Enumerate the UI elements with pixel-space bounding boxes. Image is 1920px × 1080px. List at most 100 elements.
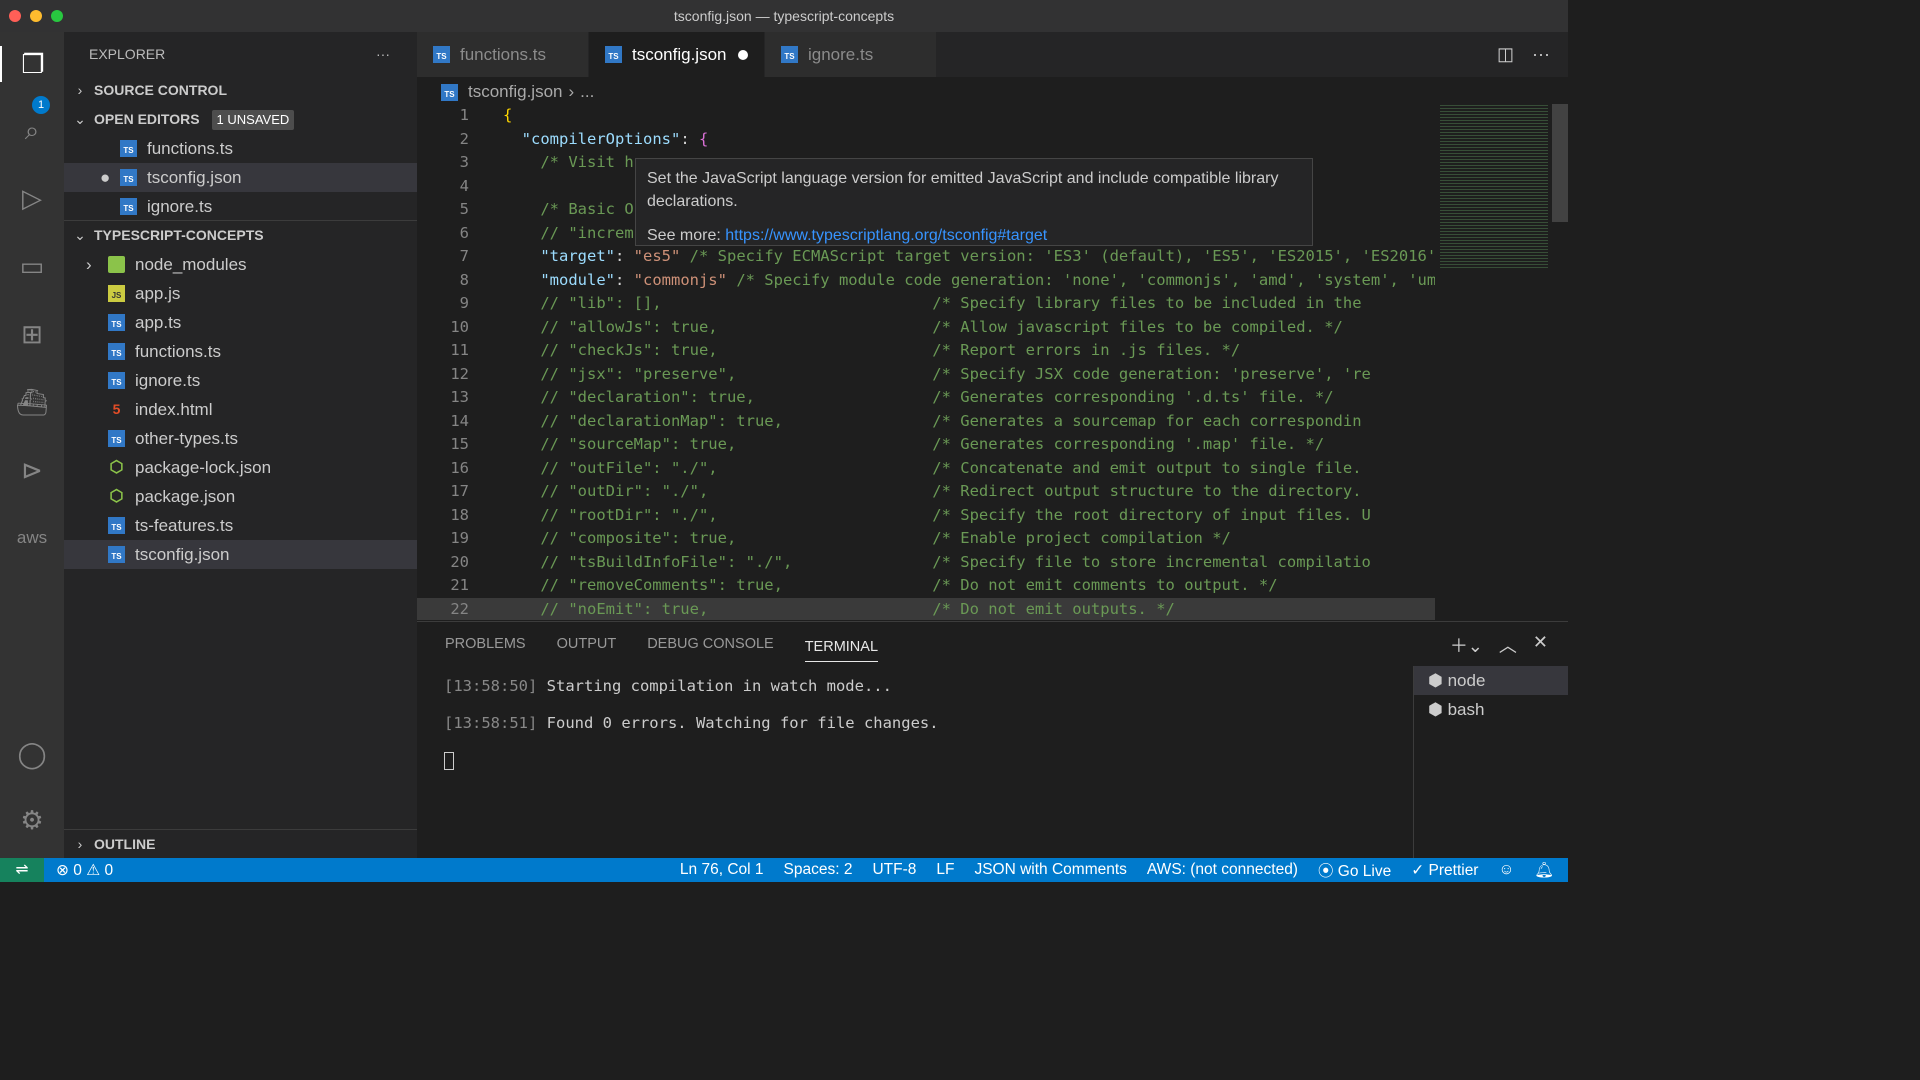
file-tree-item[interactable]: JS app.js xyxy=(64,279,417,308)
terminal-output[interactable]: [13:58:50] Starting compilation in watch… xyxy=(444,668,939,779)
more-actions-icon[interactable]: ··· xyxy=(376,32,390,76)
line-ending[interactable]: LF xyxy=(936,861,954,879)
code-line: 19 // "composite": true, /* Enable proje… xyxy=(417,527,1435,551)
file-tree-item[interactable]: TS app.ts xyxy=(64,308,417,337)
extensions-icon[interactable]: ⊞ xyxy=(14,316,50,352)
prettier-status[interactable]: ✓ Prettier xyxy=(1411,861,1478,880)
docker-icon[interactable]: ⛴ xyxy=(14,384,50,420)
tab-label: tsconfig.json xyxy=(632,44,727,64)
tab-debug-console[interactable]: DEBUG CONSOLE xyxy=(647,636,774,652)
file-tree-item[interactable]: › node_modules xyxy=(64,250,417,279)
remote-icon[interactable]: ⇌ xyxy=(0,858,44,882)
code-token: : xyxy=(614,247,634,265)
outline-header[interactable]: › OUTLINE xyxy=(64,830,417,859)
tab-ignore-ts[interactable]: TS ignore.ts xyxy=(765,32,937,77)
project-section[interactable]: ⌄ TYPESCRIPT-CONCEPTS xyxy=(64,221,417,250)
line-number: 3 xyxy=(459,153,469,171)
line-number: 19 xyxy=(450,529,469,547)
open-editors-section[interactable]: ⌄ OPEN EDITORS 1 UNSAVED xyxy=(64,105,417,134)
file-tree-item[interactable]: ⬡ package.json xyxy=(64,482,417,511)
file-tree-item[interactable]: TS ts-features.ts xyxy=(64,511,417,540)
tab-terminal[interactable]: TERMINAL xyxy=(804,639,879,662)
source-control-section[interactable]: › SOURCE CONTROL xyxy=(64,76,417,105)
typescript-file-icon: TS xyxy=(433,46,450,63)
tab-problems[interactable]: PROBLEMS xyxy=(445,636,526,652)
open-editor-item[interactable]: TS ignore.ts xyxy=(64,192,417,221)
window-controls xyxy=(9,10,63,22)
terminal-text: Found 0 errors. Watching for file change… xyxy=(537,714,939,732)
open-editor-item[interactable]: ● TS tsconfig.json xyxy=(64,163,417,192)
line-number: 7 xyxy=(459,247,469,265)
open-editor-item[interactable]: TS functions.ts xyxy=(64,134,417,163)
file-tree-item[interactable]: TS tsconfig.json xyxy=(64,540,417,569)
breadcrumb-symbol[interactable]: ... xyxy=(580,82,594,102)
code-text: "module": "commonjs" /* Specify module c… xyxy=(503,269,1435,293)
tab-functions-ts[interactable]: TS functions.ts xyxy=(417,32,589,77)
minimap[interactable] xyxy=(1435,104,1568,620)
line-number: 9 xyxy=(459,294,469,312)
maximize-panel-icon[interactable]: ︿ xyxy=(1499,632,1517,658)
code-line: 20 // "tsBuildInfoFile": "./", /* Specif… xyxy=(417,551,1435,575)
notifications-icon[interactable]: 🔔︎ xyxy=(1534,861,1554,880)
problems-status[interactable]: ⊗ 0 ⚠ 0 xyxy=(56,861,113,880)
editor-scrollbar[interactable] xyxy=(1552,104,1568,222)
error-count: 0 xyxy=(73,861,82,879)
file-tree-item[interactable]: TS functions.ts xyxy=(64,337,417,366)
file-tree-item[interactable]: 5 index.html xyxy=(64,395,417,424)
terminal-item-bash[interactable]: ⬢ bash xyxy=(1414,695,1568,724)
code-text: // "jsx": "preserve", /* Specify JSX cod… xyxy=(503,363,1371,387)
line-number: 13 xyxy=(450,388,469,406)
files-icon[interactable]: ❐ xyxy=(0,46,64,82)
more-actions-icon[interactable]: ··· xyxy=(1532,44,1550,65)
encoding[interactable]: UTF-8 xyxy=(872,861,916,879)
code-token: /* Specify module code generation: 'none… xyxy=(726,270,1435,289)
activity-bar: ❐ 1 ⌕ ▷ ▭ ⊞ ⛴ ⊳ aws ◯ ⚙ xyxy=(0,32,64,858)
cursor-position[interactable]: Ln 76, Col 1 xyxy=(680,861,764,879)
unsaved-dot-icon[interactable]: ● xyxy=(100,163,120,192)
file-name: package.json xyxy=(135,487,236,506)
split-editor-icon[interactable]: ◫ xyxy=(1497,44,1514,65)
file-name: ts-features.ts xyxy=(135,516,234,535)
terminal-process-icon: ⬢ xyxy=(1428,700,1448,719)
search-icon[interactable]: ⌕ xyxy=(14,112,50,148)
code-token: // "checkJs": true, /* Report errors in … xyxy=(503,341,1241,359)
close-panel-icon[interactable]: ✕ xyxy=(1533,632,1548,658)
code-text: // "rootDir": "./", /* Specify the root … xyxy=(503,504,1371,528)
aws-status[interactable]: AWS: (not connected) xyxy=(1147,861,1298,879)
gear-icon[interactable]: ⚙ xyxy=(14,802,50,838)
tab-output[interactable]: OUTPUT xyxy=(557,636,617,652)
code-text: /* Basic O xyxy=(503,198,633,222)
new-terminal-icon[interactable]: ＋⌄ xyxy=(1450,632,1483,658)
aws-icon[interactable]: aws xyxy=(14,520,50,556)
hover-link[interactable]: https://www.typescriptlang.org/tsconfig#… xyxy=(725,227,1047,244)
account-icon[interactable]: ◯ xyxy=(14,736,50,772)
breadcrumb-file[interactable]: tsconfig.json xyxy=(468,82,563,102)
code-token: // "outDir": "./", /* Redirect output st… xyxy=(503,482,1362,500)
line-number: 8 xyxy=(459,270,469,289)
file-tree-item[interactable]: TS other-types.ts xyxy=(64,424,417,453)
code-text: // "removeComments": true, /* Do not emi… xyxy=(503,574,1277,598)
file-name: package-lock.json xyxy=(135,458,272,477)
file-name: node_modules xyxy=(135,255,247,274)
minimize-window-button[interactable] xyxy=(30,10,42,22)
remote-explorer-icon[interactable]: ▭ xyxy=(14,248,50,284)
terminal-text: Starting compilation in watch mode... xyxy=(537,677,892,695)
go-live-button[interactable]: ⦿ Go Live xyxy=(1318,859,1391,881)
file-tree-item[interactable]: TS ignore.ts xyxy=(64,366,417,395)
feedback-icon[interactable]: ☺ xyxy=(1498,861,1514,879)
terminal-item-node[interactable]: ⬢ node xyxy=(1414,666,1568,695)
hover-see-more: See more: xyxy=(647,227,726,244)
run-debug-icon[interactable]: ▷ xyxy=(14,180,50,216)
code-token: { xyxy=(503,106,513,124)
terminal-icon[interactable]: ⊳ xyxy=(14,452,50,488)
line-number: 12 xyxy=(450,364,469,383)
npm-file-icon: ⬡ xyxy=(109,459,124,476)
unsaved-dot-icon[interactable] xyxy=(738,49,748,60)
close-window-button[interactable] xyxy=(9,10,21,22)
language-mode[interactable]: JSON with Comments xyxy=(974,861,1126,879)
maximize-window-button[interactable] xyxy=(51,10,63,22)
tab-tsconfig-json[interactable]: TS tsconfig.json xyxy=(589,32,765,77)
indentation[interactable]: Spaces: 2 xyxy=(784,861,853,879)
file-tree-item[interactable]: ⬡ package-lock.json xyxy=(64,453,417,482)
